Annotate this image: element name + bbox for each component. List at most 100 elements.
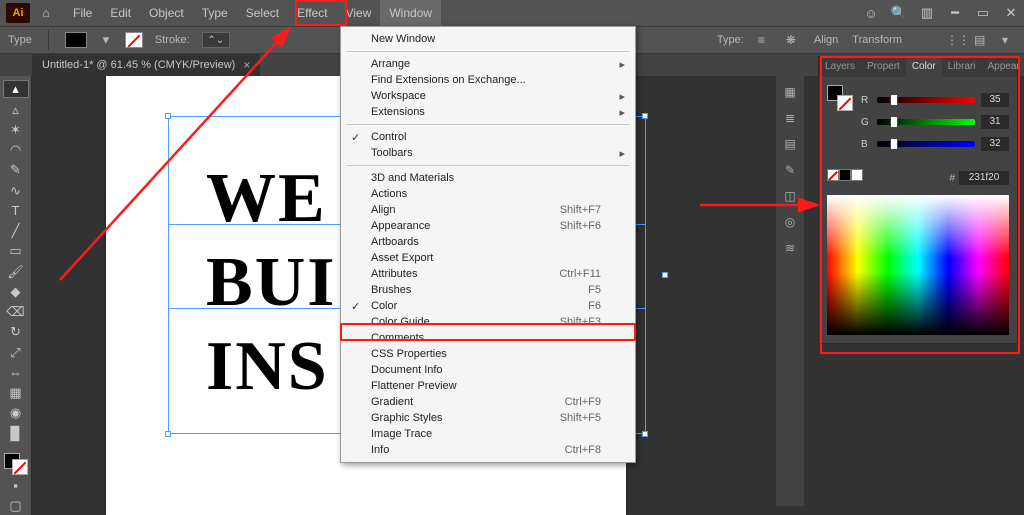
menu-item-control[interactable]: Control — [341, 129, 635, 145]
menu-type[interactable]: Type — [193, 0, 237, 26]
hex-input[interactable]: 231f20 — [959, 171, 1009, 185]
menu-item-artboards[interactable]: Artboards — [341, 234, 635, 250]
pen-tool[interactable]: ✎ — [3, 161, 29, 179]
slider-track-b[interactable] — [877, 141, 975, 147]
magic-wand-tool[interactable]: ✶ — [3, 121, 29, 139]
menu-item-gradient[interactable]: GradientCtrl+F9 — [341, 394, 635, 410]
menu-item-comments[interactable]: Comments — [341, 330, 635, 346]
selection-tool[interactable]: ▴ — [3, 80, 29, 98]
canvas-text-3[interactable]: INS — [206, 332, 329, 402]
menu-item-extensions[interactable]: Extensions — [341, 104, 635, 120]
gradient-tool[interactable]: ▉ — [3, 424, 29, 442]
home-icon[interactable]: ⌂ — [38, 6, 54, 20]
type-tool[interactable]: T — [3, 202, 29, 220]
swatches-panel-icon[interactable]: ◫ — [782, 188, 798, 204]
menu-file[interactable]: File — [64, 0, 101, 26]
slider-handle-r[interactable] — [890, 94, 898, 106]
character-icon[interactable]: ❋ — [786, 33, 800, 47]
value-g[interactable]: 31 — [981, 115, 1009, 129]
none-swatch-icon[interactable] — [827, 169, 839, 181]
search-icon[interactable]: 🔍 — [892, 6, 906, 20]
tab-appearance[interactable]: Appear — [982, 57, 1024, 77]
curvature-tool[interactable]: ∿ — [3, 181, 29, 199]
menu-item-asset-export[interactable]: Asset Export — [341, 250, 635, 266]
draw-mode-normal[interactable]: ▪ — [3, 477, 29, 495]
direct-selection-tool[interactable]: ▵ — [3, 100, 29, 118]
slider-track-r[interactable] — [877, 97, 975, 103]
menu-select[interactable]: Select — [237, 0, 288, 26]
menu-item-attributes[interactable]: AttributesCtrl+F11 — [341, 266, 635, 282]
menu-item-arrange[interactable]: Arrange — [341, 56, 635, 72]
slider-track-g[interactable] — [877, 119, 975, 125]
workspace-switch-icon[interactable]: ▥ — [920, 6, 934, 20]
menu-item-image-trace[interactable]: Image Trace — [341, 426, 635, 442]
fill-dropdown-icon[interactable]: ▾ — [99, 33, 113, 47]
tab-properties[interactable]: Propert — [861, 57, 906, 77]
restore-icon[interactable]: ▭ — [976, 6, 990, 20]
minimize-icon[interactable]: ━ — [948, 6, 962, 20]
menu-item-new-window[interactable]: New Window — [341, 31, 635, 47]
stroke-panel-icon[interactable]: ≋ — [782, 240, 798, 256]
fill-swatch[interactable] — [65, 32, 87, 48]
menu-item-info[interactable]: InfoCtrl+F8 — [341, 442, 635, 458]
black-swatch-icon[interactable] — [839, 169, 851, 181]
fill-stroke-indicator[interactable] — [4, 453, 28, 475]
menu-item-find-extensions-on-exchange-[interactable]: Find Extensions on Exchange... — [341, 72, 635, 88]
menu-item-brushes[interactable]: BrushesF5 — [341, 282, 635, 298]
menu-item-color-guide[interactable]: Color GuideShift+F3 — [341, 314, 635, 330]
stroke-width-input[interactable]: ⌃⌄ — [202, 32, 230, 48]
layers-panel-icon[interactable]: ≣ — [782, 110, 798, 126]
value-r[interactable]: 35 — [981, 93, 1009, 107]
eyedropper-tool[interactable]: ◉ — [3, 404, 29, 422]
close-tab-icon[interactable]: × — [243, 58, 250, 72]
value-b[interactable]: 32 — [981, 137, 1009, 151]
shaper-tool[interactable]: ◆ — [3, 283, 29, 301]
properties-panel-icon[interactable]: ▦ — [782, 84, 798, 100]
menu-item-document-info[interactable]: Document Info — [341, 362, 635, 378]
stroke-swatch[interactable] — [125, 32, 143, 48]
color-spectrum[interactable] — [827, 195, 1009, 335]
paragraph-icon[interactable]: ≡ — [758, 33, 772, 47]
lasso-tool[interactable]: ◠ — [3, 141, 29, 159]
selection-handle[interactable] — [165, 431, 171, 437]
brushes-panel-icon[interactable]: ✎ — [782, 162, 798, 178]
menu-view[interactable]: View — [337, 0, 381, 26]
slider-handle-g[interactable] — [890, 116, 898, 128]
rectangle-tool[interactable]: ▭ — [3, 242, 29, 260]
align-label[interactable]: Align — [814, 34, 838, 46]
stroke-indicator[interactable] — [12, 459, 28, 475]
menu-item-workspace[interactable]: Workspace — [341, 88, 635, 104]
tab-color[interactable]: Color — [906, 57, 942, 77]
menu-item-align[interactable]: AlignShift+F7 — [341, 202, 635, 218]
panel-dock-icon[interactable]: ▤ — [974, 33, 988, 47]
symbols-panel-icon[interactable]: ◎ — [782, 214, 798, 230]
user-icon[interactable]: ☺ — [864, 6, 878, 20]
menu-item-graphic-styles[interactable]: Graphic StylesShift+F5 — [341, 410, 635, 426]
rotate-tool[interactable]: ↻ — [3, 323, 29, 341]
white-swatch-icon[interactable] — [851, 169, 863, 181]
slider-handle-b[interactable] — [890, 138, 898, 150]
selection-handle-mid[interactable] — [662, 272, 668, 278]
screen-mode[interactable]: ▢ — [3, 497, 29, 515]
paintbrush-tool[interactable]: 🖌 — [3, 262, 29, 280]
tab-libraries[interactable]: Librari — [942, 57, 982, 77]
menu-item-flattener-preview[interactable]: Flattener Preview — [341, 378, 635, 394]
line-tool[interactable]: ╱ — [3, 222, 29, 240]
menu-item-css-properties[interactable]: CSS Properties — [341, 346, 635, 362]
menu-object[interactable]: Object — [140, 0, 193, 26]
selection-handle[interactable] — [642, 431, 648, 437]
tab-layers[interactable]: Layers — [819, 57, 861, 77]
libraries-panel-icon[interactable]: ▤ — [782, 136, 798, 152]
menu-effect[interactable]: Effect — [288, 0, 336, 26]
free-transform-tool[interactable]: ▦ — [3, 384, 29, 402]
panel-menu-icon[interactable]: ▾ — [1002, 33, 1016, 47]
panel-stroke-swatch[interactable] — [837, 95, 853, 111]
width-tool[interactable]: ⇔ — [3, 364, 29, 382]
transform-label[interactable]: Transform — [852, 34, 902, 46]
menu-item-appearance[interactable]: AppearanceShift+F6 — [341, 218, 635, 234]
menu-item-3d-and-materials[interactable]: 3D and Materials — [341, 170, 635, 186]
document-tab[interactable]: Untitled-1* @ 61.45 % (CMYK/Preview) × — [32, 54, 260, 76]
menu-item-color[interactable]: ColorF6 — [341, 298, 635, 314]
selection-handle[interactable] — [642, 113, 648, 119]
panel-options-icon[interactable]: ⋮⋮ — [946, 33, 960, 47]
